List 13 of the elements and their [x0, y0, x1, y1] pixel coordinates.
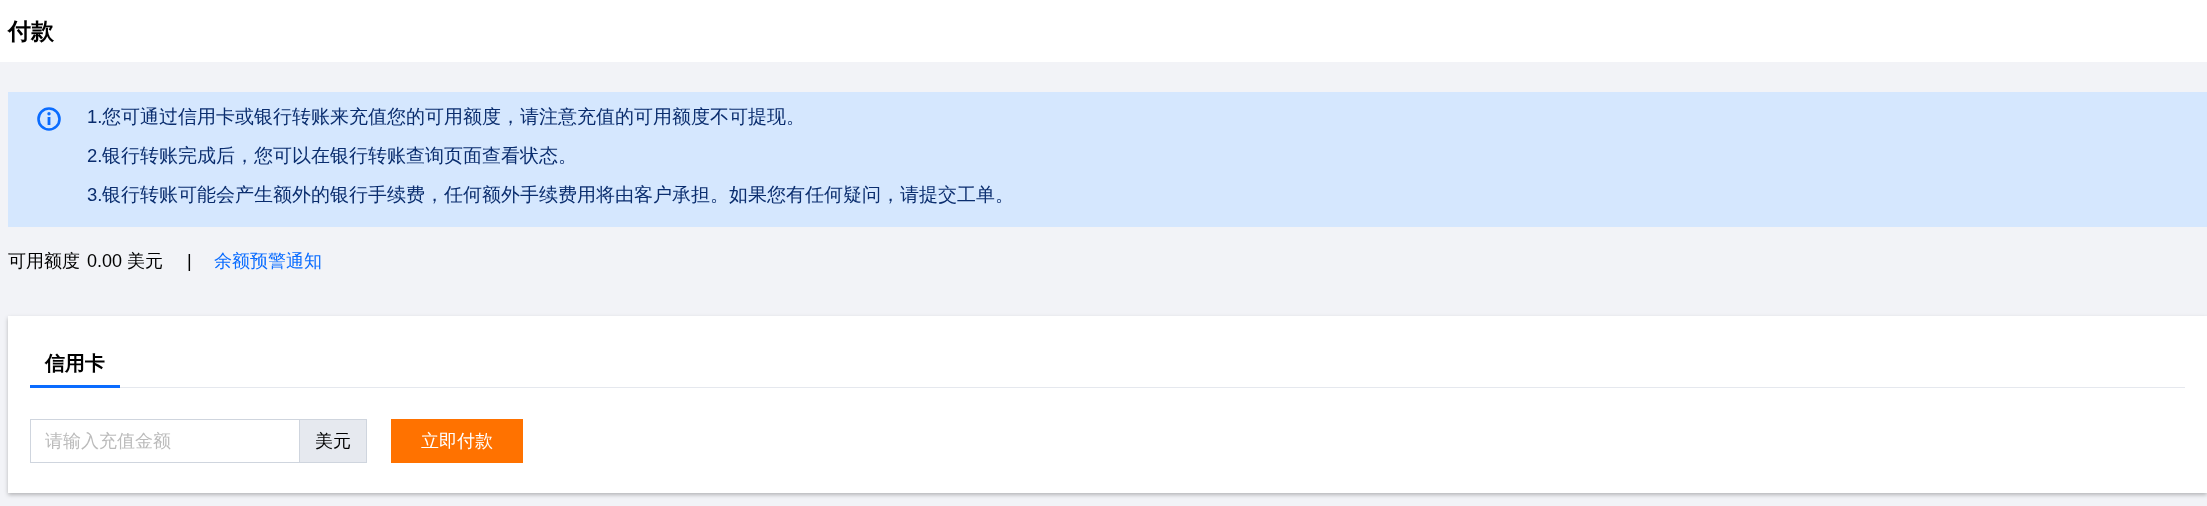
amount-field[interactable]: 请输入充值金额 [30, 419, 300, 463]
info-icon [36, 106, 62, 132]
tab[interactable]: 信用卡 [30, 338, 120, 388]
notice-text: 1.您可通过信用卡或银行转账来充值您的可用额度，请注意充值的可用额度不可提现。 [87, 106, 807, 128]
page-title: 付款 [8, 16, 54, 46]
notice-text: 2.银行转账完成后，您可以在银行转账查询页面查看状态。 [87, 145, 579, 167]
notice-text: 3.银行转账可能会产生额外的银行手续费，任何额外手续费用将由客户承担。如果您有任何疑问，请提交工单。 [87, 184, 1015, 206]
pay-button[interactable]: 立即付款 [391, 419, 523, 463]
balance-alert-link[interactable]: 余额预警通知 [213, 249, 322, 273]
separator: | [187, 250, 192, 272]
balance-label: 可用额度 [8, 250, 80, 273]
balance-amount: 0.00 美元 [87, 250, 164, 273]
currency-unit: 美元 [300, 419, 367, 463]
